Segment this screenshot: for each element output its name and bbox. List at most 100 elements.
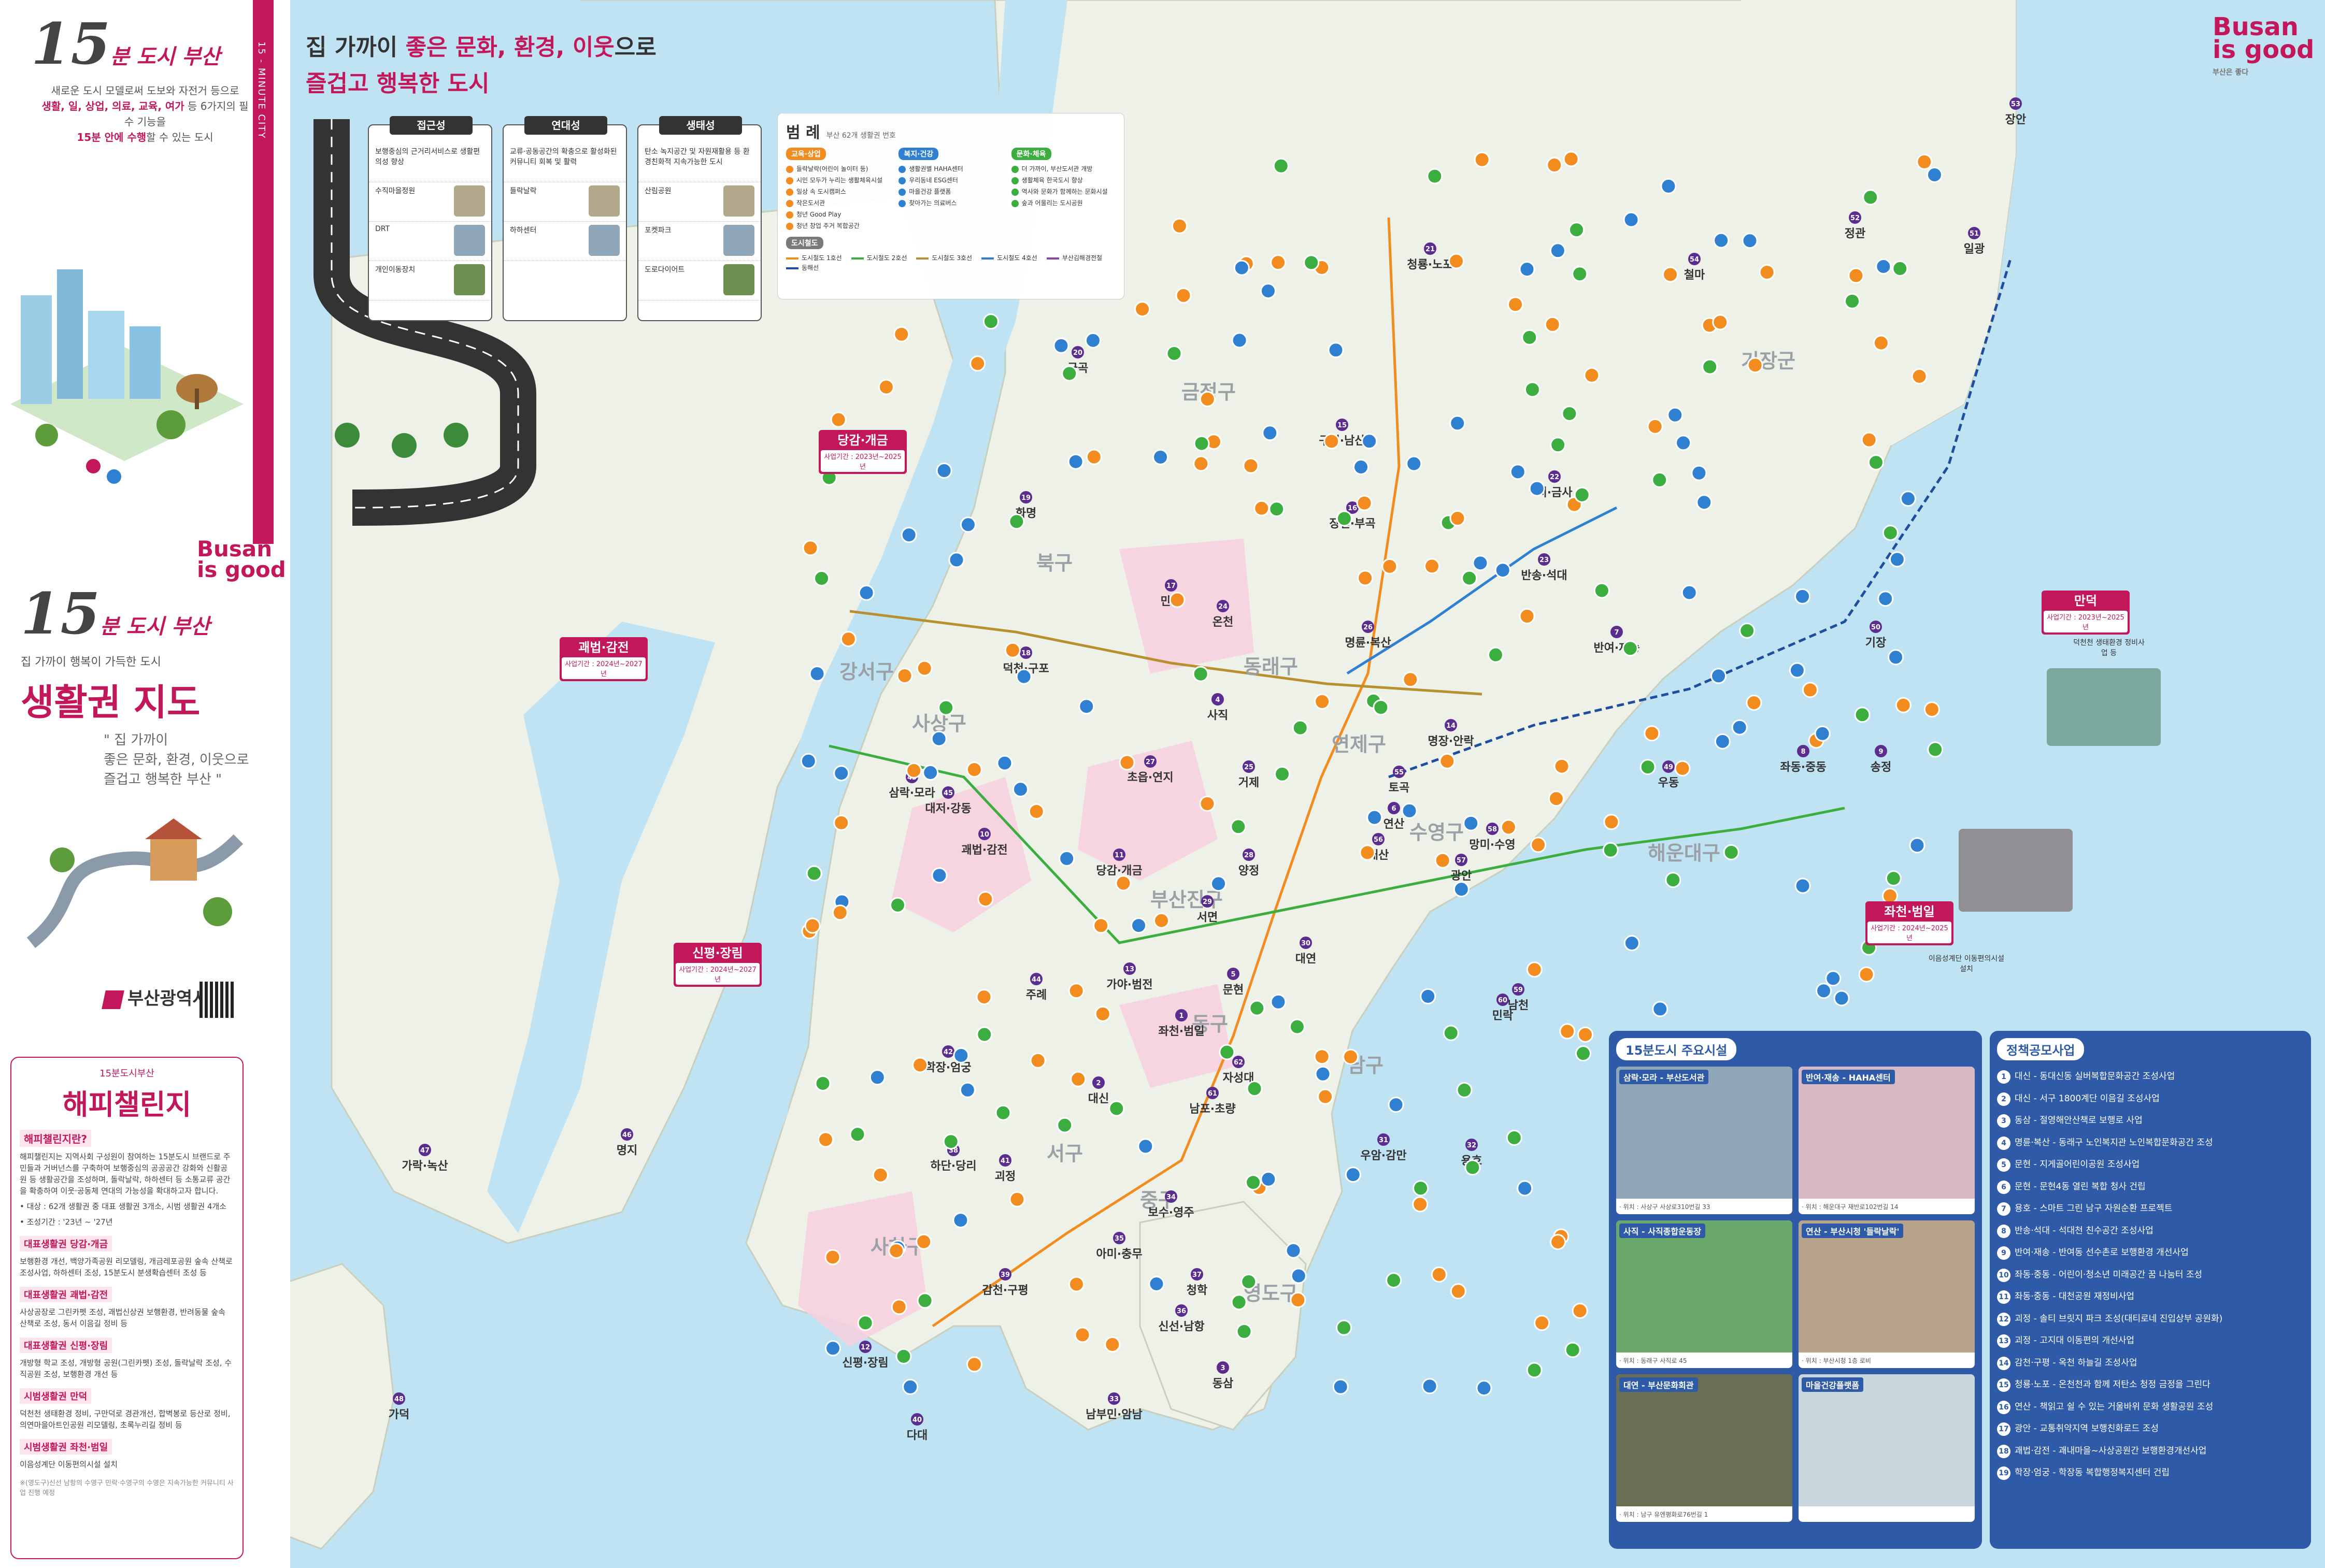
facility-marker-icon[interactable]	[922, 764, 939, 781]
facility-marker-icon[interactable]	[1623, 935, 1640, 952]
facility-marker-icon[interactable]	[976, 989, 992, 1005]
facility-marker-icon[interactable]	[1622, 640, 1638, 657]
facility-marker-icon[interactable]	[1519, 608, 1535, 624]
facility-marker-icon[interactable]	[917, 1292, 933, 1309]
facility-marker-icon[interactable]	[809, 665, 825, 682]
facility-marker-icon[interactable]	[1449, 415, 1466, 431]
facility-marker-icon[interactable]	[1794, 877, 1811, 894]
facility-marker-icon[interactable]	[1833, 990, 1850, 1006]
facility-marker-icon[interactable]	[1584, 367, 1600, 383]
facility-marker-icon[interactable]	[1406, 455, 1422, 472]
facility-marker-icon[interactable]	[1731, 719, 1748, 736]
facility-marker-icon[interactable]	[1575, 1045, 1591, 1062]
facility-marker-icon[interactable]	[1434, 852, 1451, 869]
facility-marker-icon[interactable]	[1647, 418, 1663, 435]
facility-marker-icon[interactable]	[1108, 1100, 1125, 1117]
facility-marker-icon[interactable]	[1030, 1052, 1046, 1069]
facility-marker-icon[interactable]	[1289, 1018, 1305, 1035]
facility-marker-icon[interactable]	[814, 570, 830, 587]
facility-marker-icon[interactable]	[1574, 486, 1590, 503]
facility-marker-icon[interactable]	[1450, 1283, 1466, 1300]
facility-marker-icon[interactable]	[1270, 254, 1287, 271]
facility-marker-icon[interactable]	[1888, 649, 1904, 666]
facility-marker-icon[interactable]	[1916, 153, 1933, 170]
facility-marker-icon[interactable]	[1926, 166, 1943, 183]
facility-marker-icon[interactable]	[1273, 157, 1289, 174]
facility-marker-icon[interactable]	[1900, 491, 1916, 507]
facility-marker-icon[interactable]	[832, 904, 848, 921]
facility-marker-icon[interactable]	[1550, 437, 1566, 453]
facility-marker-icon[interactable]	[1895, 697, 1912, 713]
facility-marker-icon[interactable]	[1794, 588, 1811, 605]
facility-marker-icon[interactable]	[1249, 1000, 1265, 1016]
facility-marker-icon[interactable]	[1561, 405, 1578, 422]
facility-marker-icon[interactable]	[1210, 875, 1227, 892]
callout-sinpyeong-jangnim[interactable]: 신평·장림 사업기간 : 2024년~2027년	[674, 943, 762, 987]
facility-marker-icon[interactable]	[1134, 301, 1151, 318]
facility-marker-icon[interactable]	[1463, 815, 1479, 831]
facility-marker-icon[interactable]	[1175, 287, 1192, 304]
facility-marker-icon[interactable]	[824, 1249, 841, 1265]
facility-marker-icon[interactable]	[1923, 701, 1940, 718]
facility-marker-icon[interactable]	[1517, 1180, 1533, 1197]
facility-marker-icon[interactable]	[1402, 671, 1419, 688]
facility-marker-icon[interactable]	[1343, 1048, 1359, 1065]
facility-marker-icon[interactable]	[1548, 790, 1564, 807]
facility-marker-icon[interactable]	[1825, 970, 1842, 987]
facility-marker-icon[interactable]	[1246, 1081, 1263, 1097]
facility-marker-icon[interactable]	[982, 313, 999, 330]
facility-marker-icon[interactable]	[1712, 314, 1729, 330]
facility-marker-icon[interactable]	[1885, 870, 1902, 887]
facility-marker-icon[interactable]	[1153, 912, 1170, 929]
facility-marker-icon[interactable]	[1292, 720, 1308, 736]
facility-marker-icon[interactable]	[1603, 814, 1620, 830]
facility-marker-icon[interactable]	[1314, 1048, 1330, 1065]
facility-marker-icon[interactable]	[1927, 741, 1944, 758]
facility-marker-icon[interactable]	[1353, 459, 1370, 476]
facility-marker-icon[interactable]	[1231, 1294, 1247, 1311]
facility-marker-icon[interactable]	[1115, 875, 1132, 891]
facility-marker-icon[interactable]	[1500, 819, 1517, 836]
callout-dangam-gaegeum[interactable]: 당감·개금 사업기간 : 2023년~2025년	[819, 430, 907, 474]
facility-marker-icon[interactable]	[952, 1212, 969, 1229]
facility-marker-icon[interactable]	[1332, 1378, 1349, 1395]
facility-marker-icon[interactable]	[824, 1340, 841, 1357]
facility-marker-icon[interactable]	[1074, 1327, 1091, 1343]
facility-marker-icon[interactable]	[1171, 218, 1188, 234]
facility-marker-icon[interactable]	[1889, 551, 1905, 568]
facility-marker-icon[interactable]	[1572, 266, 1588, 282]
facility-marker-icon[interactable]	[943, 1133, 959, 1150]
facility-marker-icon[interactable]	[1328, 342, 1344, 358]
facility-marker-icon[interactable]	[1544, 316, 1561, 333]
facility-marker-icon[interactable]	[895, 1348, 912, 1364]
facility-marker-icon[interactable]	[902, 1378, 919, 1395]
facility-marker-icon[interactable]	[906, 762, 922, 779]
facility-marker-icon[interactable]	[1078, 698, 1095, 715]
facility-marker-icon[interactable]	[1494, 562, 1511, 579]
facility-marker-icon[interactable]	[931, 730, 947, 747]
facility-marker-icon[interactable]	[1746, 695, 1762, 711]
facility-marker-icon[interactable]	[1012, 781, 1029, 798]
facility-marker-icon[interactable]	[1193, 455, 1209, 472]
facility-marker-icon[interactable]	[1373, 699, 1389, 716]
facility-marker-icon[interactable]	[1526, 1362, 1543, 1378]
facility-marker-icon[interactable]	[1386, 1272, 1402, 1289]
facility-marker-icon[interactable]	[916, 1233, 932, 1250]
facility-marker-icon[interactable]	[1431, 1267, 1447, 1283]
facility-marker-icon[interactable]	[1443, 1025, 1459, 1041]
facility-marker-icon[interactable]	[1068, 1276, 1085, 1292]
facility-marker-icon[interactable]	[1681, 584, 1698, 601]
facility-marker-icon[interactable]	[1696, 494, 1713, 511]
facility-marker-icon[interactable]	[1427, 168, 1443, 184]
facility-marker-icon[interactable]	[1413, 1180, 1429, 1197]
facility-marker-icon[interactable]	[800, 753, 817, 769]
facility-marker-icon[interactable]	[1193, 435, 1210, 452]
facility-marker-icon[interactable]	[1862, 189, 1879, 206]
facility-marker-icon[interactable]	[1240, 1273, 1257, 1290]
facility-marker-icon[interactable]	[901, 527, 917, 543]
facility-marker-icon[interactable]	[1243, 457, 1259, 474]
facility-marker-icon[interactable]	[1723, 844, 1739, 860]
facility-marker-icon[interactable]	[872, 1167, 889, 1183]
facility-marker-icon[interactable]	[1675, 435, 1692, 451]
facility-marker-icon[interactable]	[869, 1069, 886, 1086]
